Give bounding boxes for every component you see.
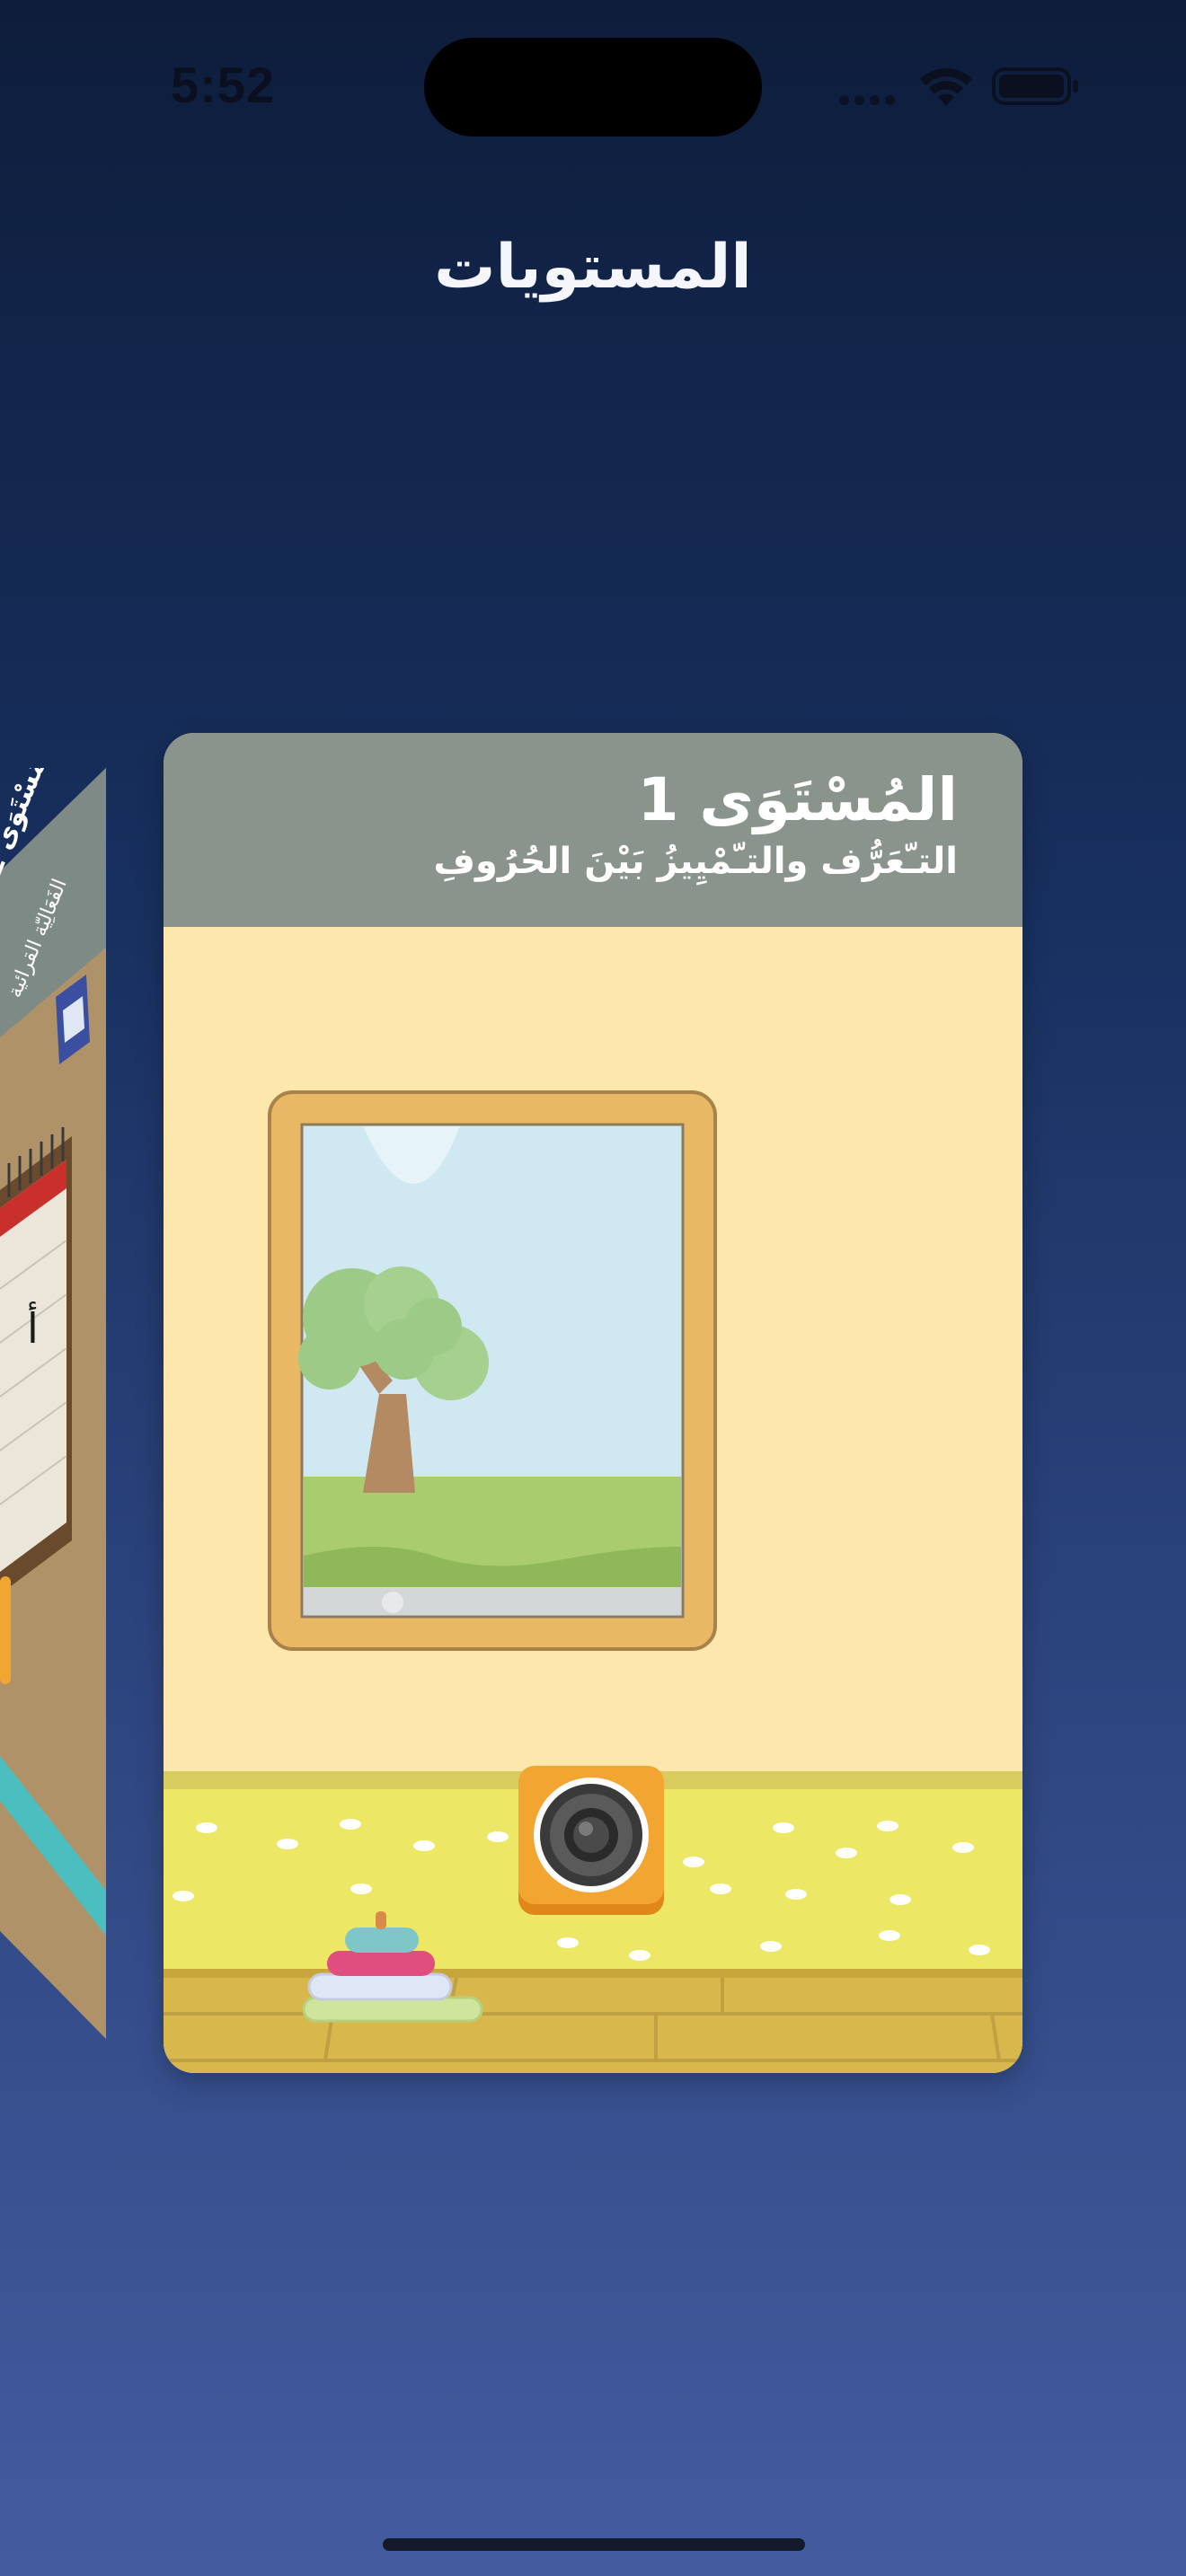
page-title: المستويات (434, 232, 752, 303)
level-1-subtitle: التـّعَرُّف والتـّمْيِيزُ بَيْنَ الحُرُو… (433, 841, 959, 882)
cellular-dots-icon (839, 92, 902, 105)
battery-icon (992, 67, 1078, 105)
status-time: 5:52 (171, 57, 276, 113)
status-bar: 5:52 (0, 0, 1186, 171)
wifi-icon (920, 67, 972, 106)
speaker-icon (534, 1778, 649, 1892)
home-indicator[interactable] (383, 2538, 805, 2551)
level-card-1[interactable]: المُسْتَوَى 1 التـّعَرُّف والتـّمْيِيزُ … (164, 733, 1022, 2073)
level-card-header: المُسْتَوَى 1 التـّعَرُّف والتـّمْيِيزُ … (164, 733, 1022, 927)
speaker-button[interactable] (518, 1766, 664, 1917)
level-1-title: المُسْتَوَى 1 (637, 765, 958, 834)
svg-text:أ: أ (27, 1301, 39, 1353)
level-card-2[interactable]: أ المُسْتَوَى 2 الفَعَالِيّة القرائية (0, 768, 106, 2039)
dynamic-island (424, 38, 762, 137)
picture-frame-icon (268, 1090, 717, 1651)
level-2-scene: أ (0, 768, 106, 2039)
